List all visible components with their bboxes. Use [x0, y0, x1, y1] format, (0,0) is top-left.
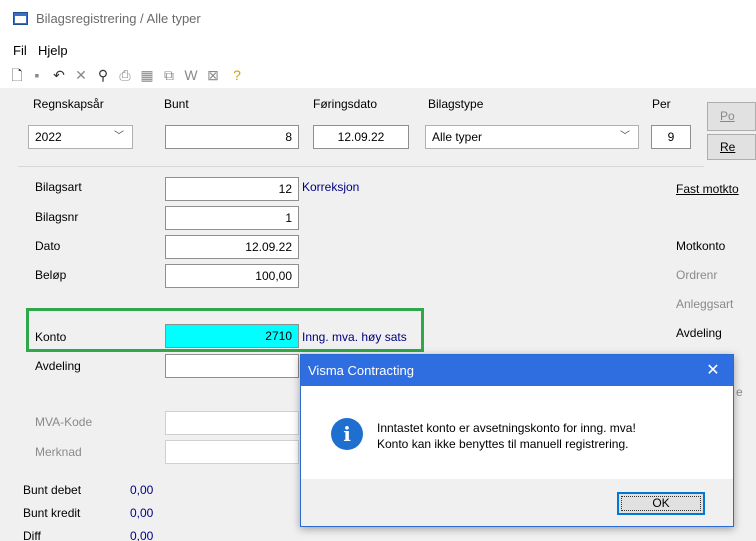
info-icon: i	[331, 418, 363, 450]
highlight-box	[26, 308, 424, 352]
bilagsart-description: Korreksjon	[302, 180, 360, 194]
close-icon[interactable]: ✕	[693, 355, 733, 386]
chevron-down-icon: ﹀	[620, 131, 630, 142]
bilagsart-input[interactable]: 12	[165, 177, 299, 201]
motkonto-label: Motkonto	[676, 239, 726, 253]
fast-motkto-label: Fast motkto	[676, 182, 739, 196]
panel-divider	[18, 166, 704, 167]
belop-input[interactable]: 100,00	[165, 264, 299, 288]
avdeling-label: Avdeling	[35, 359, 81, 373]
partial-label: e	[736, 385, 743, 399]
bunt-kredit-label: Bunt kredit	[23, 506, 81, 520]
app-window-icon	[13, 12, 28, 25]
word-icon[interactable]: W	[182, 66, 200, 84]
dialog-footer: OK	[301, 479, 733, 526]
foringsdato-input[interactable]: 12.09.22	[313, 125, 409, 149]
new-document-icon[interactable]: 🗋	[8, 66, 26, 84]
menu-hjelp[interactable]: Hjelp	[38, 43, 68, 58]
regnskapsar-label: Regnskapsår	[33, 97, 104, 111]
menu-fil[interactable]: Fil	[13, 43, 27, 58]
copy-icon[interactable]: ⧉	[160, 66, 178, 84]
re-button-label: Re	[720, 140, 736, 154]
bilagstype-select[interactable]: Alle typer ﹀	[425, 125, 639, 149]
per-input[interactable]: 9	[651, 125, 691, 149]
undo-icon[interactable]: ↶	[50, 66, 68, 84]
excel-icon[interactable]: ⊠	[204, 66, 222, 84]
re-button[interactable]: Re	[707, 134, 756, 160]
merknad-input[interactable]	[165, 440, 299, 464]
bilagsnr-label: Bilagsnr	[35, 210, 79, 224]
bunt-label: Bunt	[164, 97, 189, 111]
dialog-message-line2: Konto kan ikke benyttes til manuell regi…	[377, 437, 629, 451]
bilagstype-value: Alle typer	[432, 130, 483, 144]
dialog-body: i Inntastet konto er avsetningskonto for…	[301, 386, 733, 479]
menu-bar: Fil Hjelp	[0, 38, 756, 62]
diff-value: 0,00	[130, 529, 154, 541]
diff-label: Diff	[23, 529, 41, 541]
dialog-message: Inntastet konto er avsetningskonto for i…	[377, 420, 636, 452]
help-icon[interactable]: ?	[228, 66, 246, 84]
po-button[interactable]: Po	[707, 102, 756, 131]
bilagstype-label: Bilagstype	[428, 97, 484, 111]
regnskapsar-value: 2022	[35, 130, 62, 144]
po-button-label: Po	[720, 109, 735, 123]
window-title: Bilagsregistrering / Alle typer	[36, 11, 201, 26]
per-label: Per	[652, 97, 671, 111]
save-icon[interactable]: ▪	[28, 66, 46, 84]
chevron-down-icon: ﹀	[114, 131, 124, 142]
fast-motkto-text: Fast motkto	[676, 182, 739, 196]
title-bar: Bilagsregistrering / Alle typer	[0, 0, 756, 38]
ok-button[interactable]: OK	[617, 492, 705, 515]
print-icon[interactable]: ⎙	[116, 66, 134, 84]
dialog-title: Visma Contracting	[308, 363, 414, 378]
toolbar: 🗋 ▪ ↶ ✕ ⚲ ⎙ ▦ ⧉ W ⊠ ?	[0, 62, 756, 88]
ordrenr-label: Ordrenr	[676, 268, 718, 282]
bunt-input[interactable]: 8	[165, 125, 299, 149]
avdeling-right-label: Avdeling	[676, 326, 722, 340]
dato-label: Dato	[35, 239, 61, 253]
mvakode-label: MVA-Kode	[35, 415, 93, 429]
delete-icon[interactable]: ✕	[72, 66, 90, 84]
bilagsart-label: Bilagsart	[35, 180, 82, 194]
dialog-message-line1: Inntastet konto er avsetningskonto for i…	[377, 421, 636, 435]
avdeling-input[interactable]	[165, 354, 299, 378]
mvakode-input[interactable]	[165, 411, 299, 435]
dialog-title-bar: Visma Contracting ✕	[301, 355, 733, 386]
anleggsart-label: Anleggsart	[676, 297, 734, 311]
bunt-debet-label: Bunt debet	[23, 483, 82, 497]
regnskapsar-select[interactable]: 2022 ﹀	[28, 125, 133, 149]
find-icon[interactable]: ⚲	[94, 66, 112, 84]
foringsdato-label: Føringsdato	[313, 97, 378, 111]
belop-label: Beløp	[35, 268, 67, 282]
bunt-kredit-value: 0,00	[130, 506, 154, 520]
bilagsnr-input[interactable]: 1	[165, 206, 299, 230]
bunt-debet-value: 0,00	[130, 483, 154, 497]
dato-input[interactable]: 12.09.22	[165, 235, 299, 259]
message-dialog: Visma Contracting ✕ i Inntastet konto er…	[300, 354, 734, 527]
calculator-icon[interactable]: ▦	[138, 66, 156, 84]
merknad-label: Merknad	[35, 445, 82, 459]
